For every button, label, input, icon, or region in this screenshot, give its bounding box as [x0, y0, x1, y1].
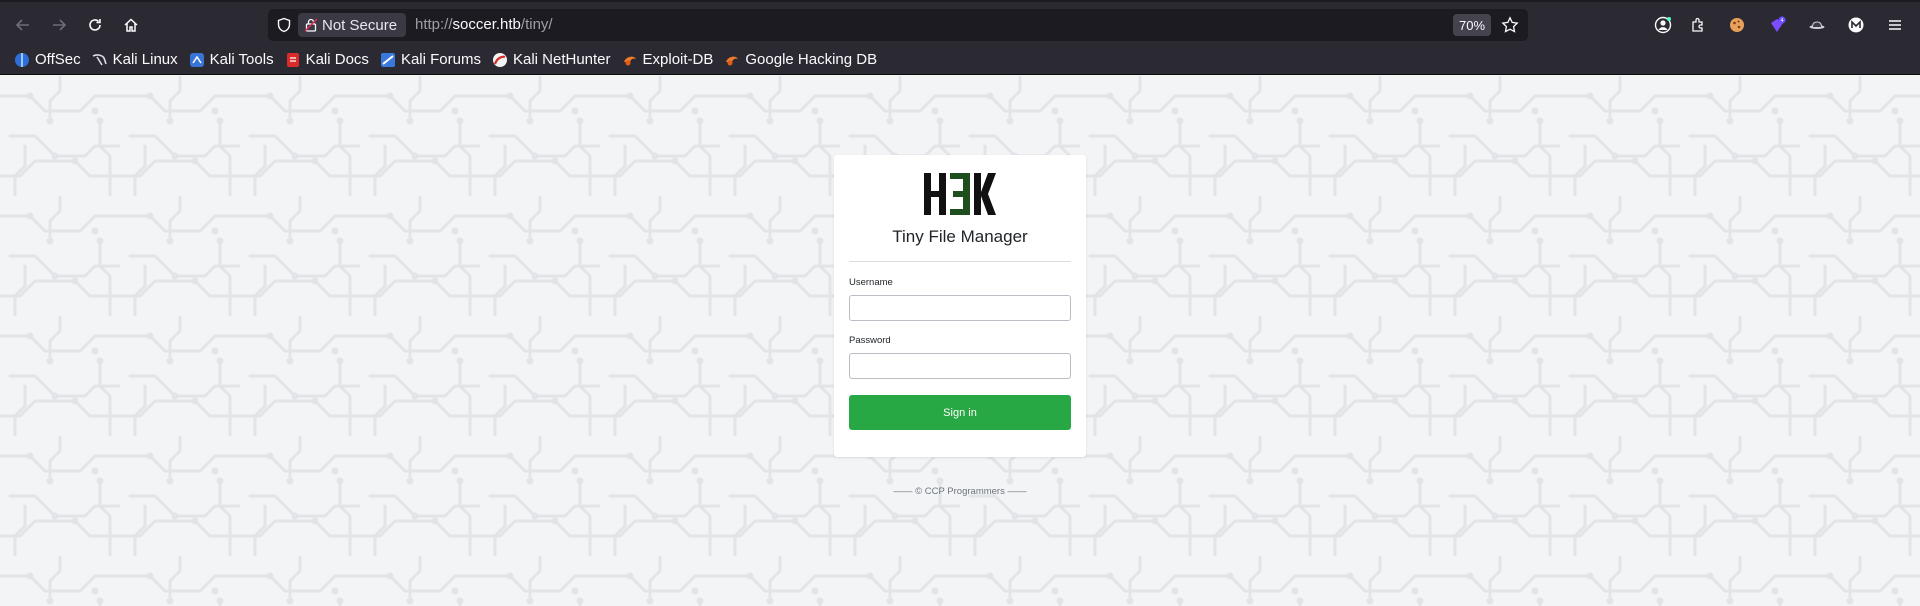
security-indicator[interactable]: Not Secure: [298, 13, 406, 37]
account-icon: [1654, 16, 1672, 34]
hat-icon: [1809, 21, 1825, 29]
bookmark-label: Exploit-DB: [642, 51, 714, 68]
back-button[interactable]: [10, 12, 36, 38]
password-input[interactable]: [849, 353, 1071, 379]
m-logo-icon: [1848, 17, 1864, 33]
security-label: Not Secure: [322, 16, 398, 34]
bookmark-label: Kali NetHunter: [512, 51, 611, 68]
bookmark-google-hacking-db[interactable]: Google Hacking DB: [722, 48, 882, 72]
zoom-level-button[interactable]: 70%: [1453, 14, 1491, 36]
reload-icon: [89, 19, 101, 31]
hat-extension-button[interactable]: [1806, 14, 1828, 36]
home-button[interactable]: [118, 12, 144, 38]
bookmark-kali-forums[interactable]: Kali Forums: [378, 48, 486, 72]
tracking-shield-icon[interactable]: [276, 17, 292, 33]
password-label: Password: [849, 335, 891, 346]
extensions-button[interactable]: [1688, 14, 1710, 36]
cookie-icon: [1730, 18, 1744, 32]
page-viewport: Tiny File Manager Username Password Sign…: [0, 76, 1920, 606]
m-extension-button[interactable]: [1845, 14, 1867, 36]
bookmark-exploit-db[interactable]: Exploit-DB: [620, 48, 719, 72]
forward-button[interactable]: [46, 12, 72, 38]
bookmark-label: Google Hacking DB: [745, 51, 878, 68]
url-path: /tiny/: [520, 16, 553, 33]
home-icon: [124, 18, 138, 32]
exploit-db-icon: [623, 56, 636, 65]
back-arrow-icon: [15, 19, 29, 31]
bookmark-label: Kali Tools: [209, 51, 274, 68]
kali-forums-icon: [380, 52, 395, 67]
puzzle-icon: [1692, 17, 1703, 32]
nethunter-icon: [492, 52, 507, 67]
app-title: Tiny File Manager: [892, 227, 1028, 246]
app-menu-button[interactable]: [1884, 14, 1906, 36]
offsec-icon: [15, 52, 29, 67]
kali-tools-icon: [189, 52, 204, 67]
insecure-lock-icon: [304, 18, 318, 32]
kali-dragon-icon: [92, 53, 107, 65]
bookmark-kali-nethunter[interactable]: Kali NetHunter: [490, 48, 616, 72]
bookmark-label: Kali Linux: [112, 51, 178, 68]
extension-badge-count: 4: [1780, 18, 1783, 24]
divider: [849, 261, 1071, 262]
reload-button[interactable]: [82, 12, 108, 38]
shield-extension-icon: 4: [1771, 16, 1786, 32]
login-card: Tiny File Manager Username Password Sign…: [834, 155, 1086, 457]
bookmark-offsec[interactable]: OffSec: [12, 48, 86, 72]
bookmark-star-icon[interactable]: [1501, 16, 1519, 34]
h3k-logo: [924, 173, 996, 215]
sign-in-button[interactable]: Sign in: [849, 395, 1071, 430]
username-label: Username: [849, 277, 893, 288]
url-text[interactable]: http://soccer.htb/tiny/: [415, 16, 553, 33]
bookmark-kali-docs[interactable]: Kali Docs: [283, 48, 374, 72]
url-scheme: http://: [415, 16, 453, 33]
bookmark-kali-linux[interactable]: Kali Linux: [90, 48, 183, 72]
purple-extension-button[interactable]: 4: [1766, 14, 1788, 36]
bookmark-label: Kali Docs: [305, 51, 369, 68]
bookmark-label: OffSec: [35, 51, 81, 68]
bookmark-kali-tools[interactable]: Kali Tools: [187, 48, 279, 72]
kali-docs-icon: [286, 52, 299, 67]
bookmarks-toolbar: OffSec Kali Linux Kali Tools Kali Docs K…: [0, 45, 1920, 75]
ghdb-icon: [726, 56, 739, 65]
cookie-extension-button[interactable]: [1726, 14, 1748, 36]
hamburger-menu-icon: [1889, 20, 1901, 30]
forward-arrow-icon: [53, 19, 67, 31]
account-button[interactable]: [1652, 14, 1674, 36]
footer-copyright: —— © CCP Programmers ——: [893, 486, 1027, 497]
username-input[interactable]: [849, 295, 1071, 321]
bookmark-label: Kali Forums: [400, 51, 481, 68]
browser-toolbar: Not Secure http://soccer.htb/tiny/ 70% 4: [0, 0, 1920, 45]
url-host: soccer.htb: [452, 16, 521, 33]
url-bar[interactable]: Not Secure http://soccer.htb/tiny/ 70%: [268, 9, 1528, 41]
